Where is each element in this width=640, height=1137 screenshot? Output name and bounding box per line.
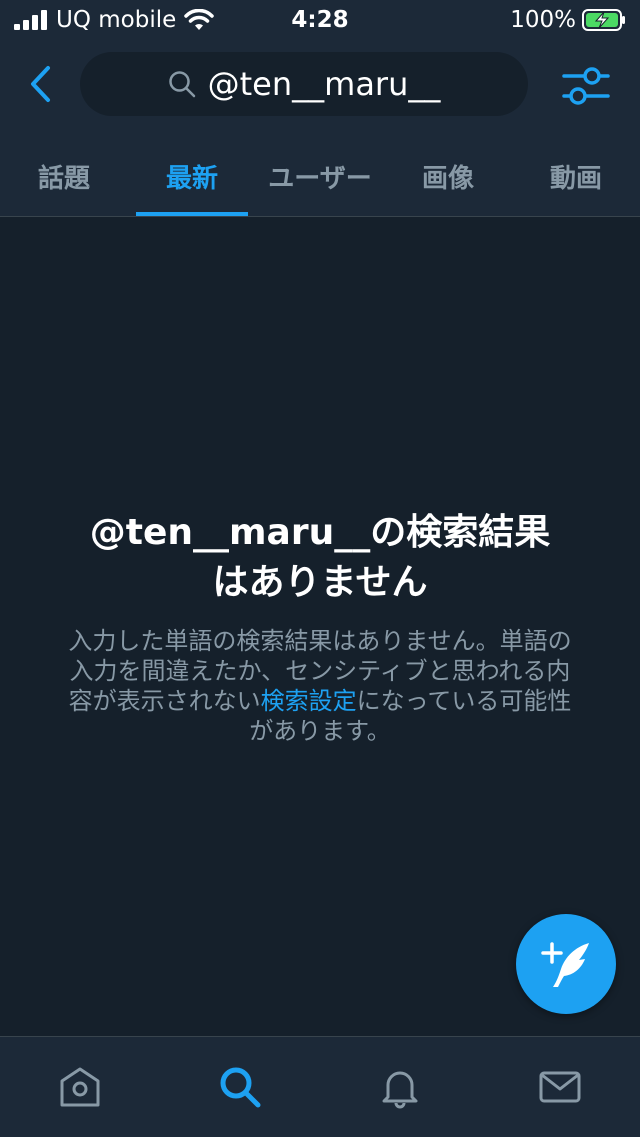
tabbar-home[interactable] (0, 1037, 160, 1137)
tabbar-explore[interactable] (160, 1037, 320, 1137)
status-bar: UQ mobile 4:28 100% (0, 0, 640, 40)
search-header: @ten__maru__ 話題 最新 ユーザー 画像 動画 (0, 40, 640, 217)
empty-title-line2: はありません (212, 562, 428, 603)
empty-state: @ten__maru__の検索結果 はありません 入力した単語の検索結果はありま… (60, 508, 580, 746)
search-filter-button[interactable] (562, 64, 610, 108)
empty-description: 入力した単語の検索結果はありません。単語の入力を間違えたか、センシティブと思われ… (60, 626, 580, 746)
back-button[interactable] (20, 62, 60, 106)
sliders-icon (562, 67, 610, 105)
search-icon (220, 1067, 261, 1108)
search-icon (168, 71, 195, 98)
search-input[interactable]: @ten__maru__ (80, 52, 528, 116)
search-tabs: 話題 最新 ユーザー 画像 動画 (0, 136, 640, 216)
status-right: 100% (510, 6, 626, 34)
search-settings-link[interactable]: 検索設定 (261, 687, 357, 715)
tab-images[interactable]: 画像 (384, 136, 512, 216)
mail-icon (539, 1071, 581, 1103)
compose-tweet-button[interactable] (516, 914, 616, 1014)
tab-users[interactable]: ユーザー (256, 136, 384, 216)
chevron-left-icon (31, 66, 50, 102)
tab-latest[interactable]: 最新 (128, 136, 256, 216)
search-query: @ten__maru__ (207, 65, 441, 103)
bottom-tab-bar (0, 1036, 640, 1137)
bell-icon (382, 1071, 418, 1109)
tab-top[interactable]: 話題 (0, 136, 128, 216)
tabbar-messages[interactable] (480, 1037, 640, 1137)
tab-videos[interactable]: 動画 (512, 136, 640, 216)
battery-percent: 100% (510, 7, 576, 33)
empty-title-line1: @ten__maru__の検索結果 (89, 512, 551, 553)
tabbar-notifications[interactable] (320, 1037, 480, 1137)
empty-title: @ten__maru__の検索結果 はありません (60, 508, 580, 608)
compose-tweet-icon (541, 942, 589, 987)
battery-charging-icon (582, 9, 625, 31)
home-icon (60, 1067, 100, 1107)
